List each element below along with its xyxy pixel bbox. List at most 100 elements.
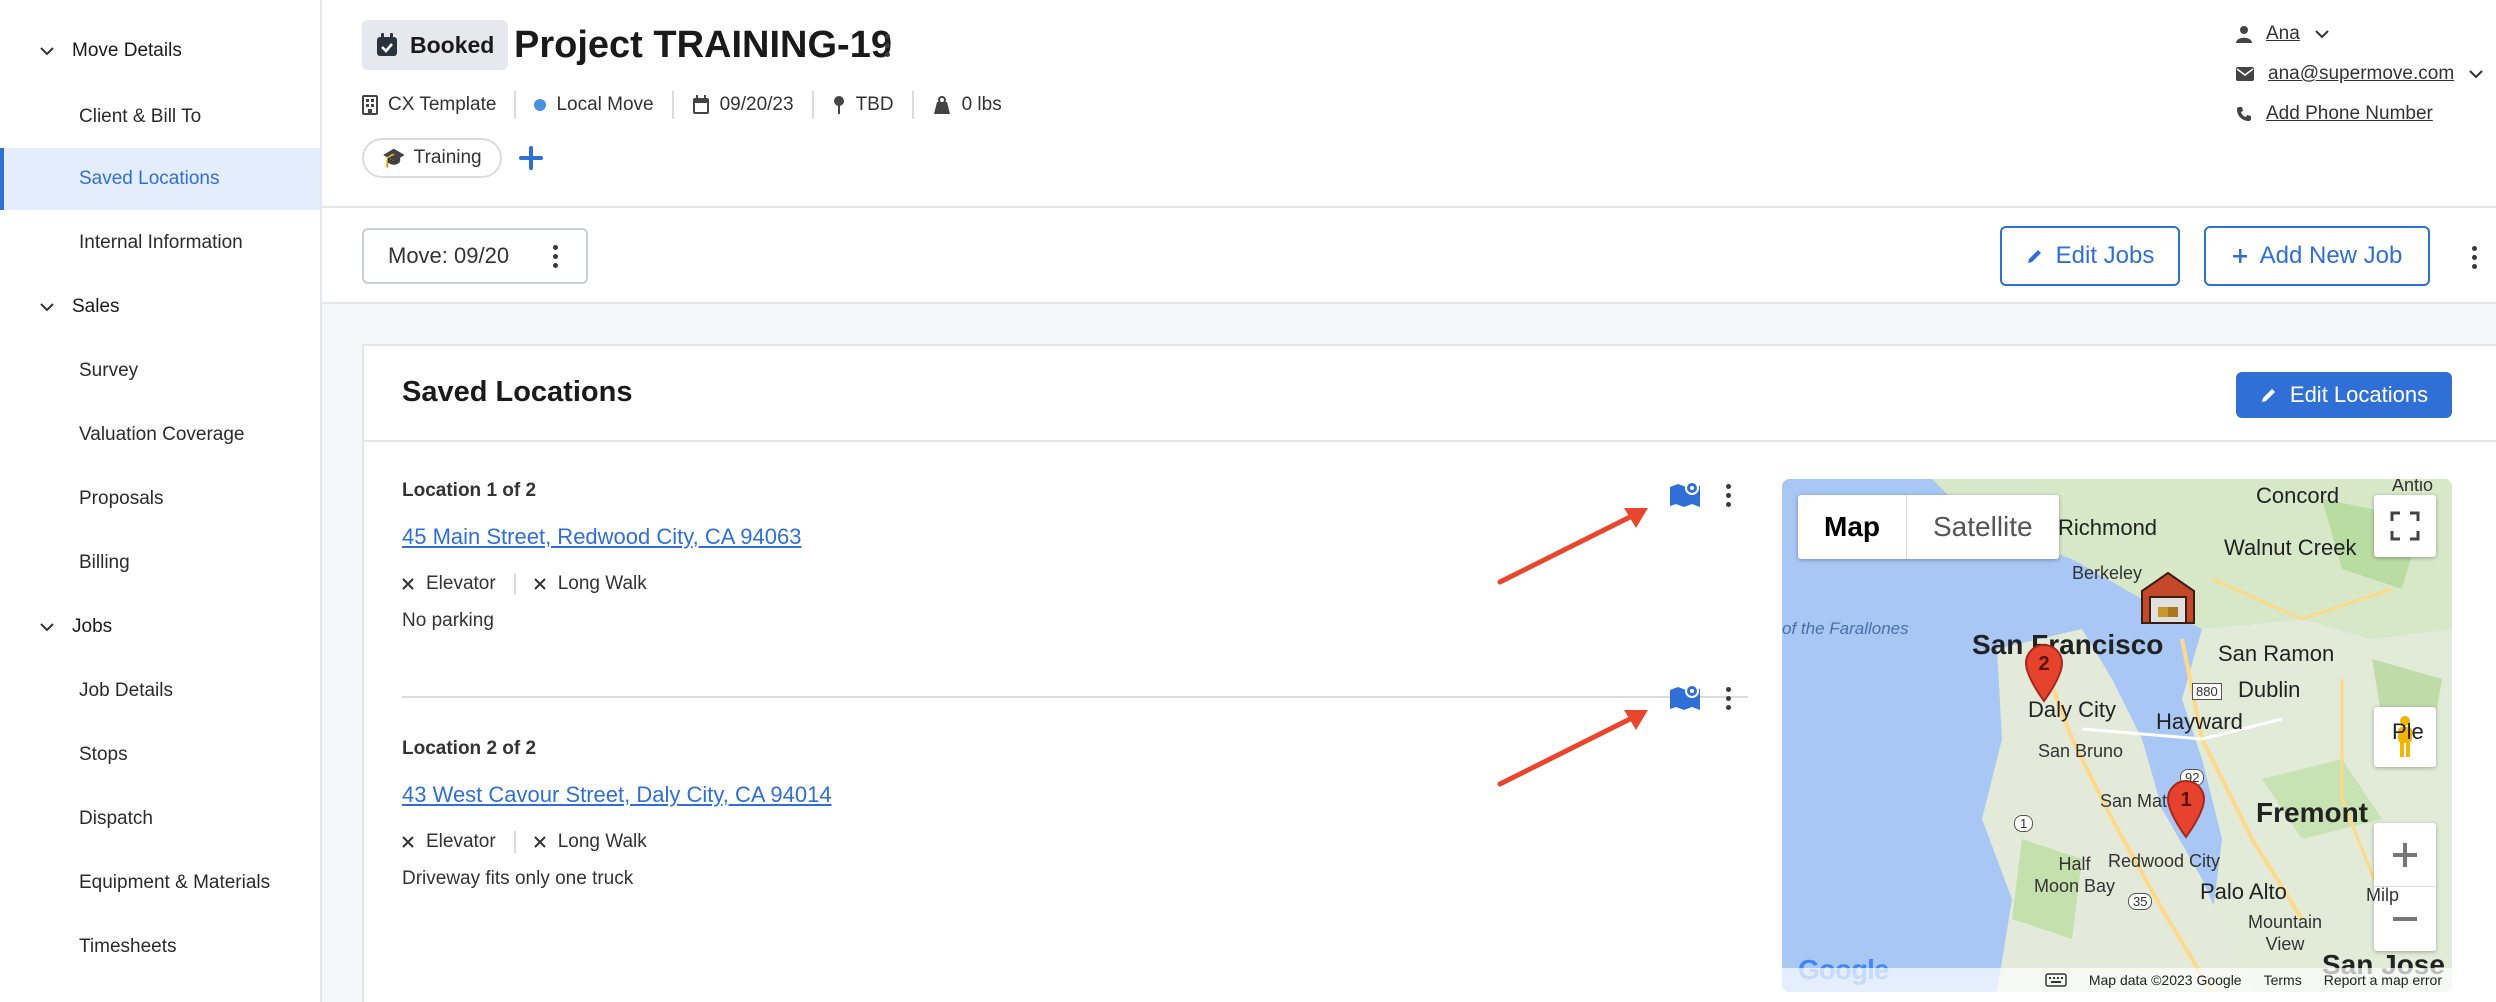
kebab-dot: [884, 33, 890, 39]
highway-shield: 1: [2014, 815, 2034, 832]
sidebar-item-internal-information[interactable]: Internal Information: [0, 212, 320, 274]
kebab-icon: [548, 244, 562, 268]
map-label: San Francisco: [1972, 629, 2164, 660]
location-note: No parking: [402, 610, 494, 631]
project-tag-label: Training: [413, 147, 482, 168]
user-icon: [2236, 26, 2252, 43]
map-report-error-link[interactable]: Report a map error: [2324, 972, 2442, 988]
sidebar-section-move-details[interactable]: Move Details: [38, 31, 182, 71]
sidebar-item-proposals[interactable]: Proposals: [0, 468, 320, 530]
page-more-menu[interactable]: [2464, 242, 2484, 272]
location-attribute: Long Walk: [513, 573, 665, 595]
sidebar-section-label: Move Details: [72, 40, 182, 61]
warehouse-icon[interactable]: [2138, 569, 2198, 625]
project-more-menu[interactable]: [877, 30, 897, 60]
edit-jobs-button[interactable]: Edit Jobs: [2000, 226, 2180, 286]
x-icon: [402, 836, 414, 848]
map-pin-label: 2: [2038, 653, 2049, 675]
location-label: Location 1 of 2: [402, 480, 537, 501]
sidebar-item-survey[interactable]: Survey: [0, 340, 320, 402]
add-new-job-label: Add New Job: [2259, 242, 2403, 269]
sidebar-item-job-details[interactable]: Job Details: [0, 660, 320, 722]
fullscreen-icon: [2390, 511, 2420, 541]
meta-move-type: Local Move: [516, 91, 674, 119]
map-label: Concord: [2256, 483, 2340, 508]
sidebar-section-jobs[interactable]: Jobs: [38, 607, 112, 647]
project-tag[interactable]: 🎓 Training: [362, 138, 502, 178]
location-more-menu[interactable]: [1718, 683, 1738, 713]
map-label: Ple: [2392, 719, 2424, 744]
attribute-label: Long Walk: [557, 831, 647, 852]
calendar-icon: [692, 95, 709, 114]
map-label: Hayward: [2156, 709, 2243, 734]
user-phone-row[interactable]: Add Phone Number: [2236, 94, 2496, 134]
minus-icon: [2393, 917, 2417, 921]
meta-move-type-text: Local Move: [556, 94, 654, 115]
location-more-menu[interactable]: [1718, 480, 1738, 510]
kebab-dot: [1725, 483, 1731, 489]
annotation-arrow: [1497, 508, 1648, 585]
user-email-row[interactable]: ana@supermove.com: [2236, 54, 2496, 94]
edit-locations-button[interactable]: Edit Locations: [2236, 372, 2452, 418]
user-name-row[interactable]: Ana: [2236, 14, 2496, 54]
location-note: Driveway fits only one truck: [402, 868, 634, 889]
meta-weight-text: 0 lbs: [961, 94, 1002, 115]
sidebar-item-label: Timesheets: [79, 936, 177, 957]
sidebar-item-client-bill-to[interactable]: Client & Bill To: [0, 86, 320, 148]
map-label: Richmond: [2058, 515, 2158, 540]
meta-time-text: TBD: [855, 94, 894, 115]
map-label: San Ramon: [2218, 641, 2335, 666]
map-footer: Map data ©2023 Google Terms Report a map…: [1782, 968, 2452, 992]
map-type-satellite[interactable]: Satellite: [1907, 495, 2059, 559]
add-phone-number-link[interactable]: Add Phone Number: [2266, 103, 2433, 125]
map-water-label: of the Farallones: [1782, 619, 1909, 638]
fullscreen-button[interactable]: [2374, 495, 2436, 557]
sidebar-section-label: Jobs: [72, 616, 113, 637]
sidebar-item-saved-locations[interactable]: Saved Locations: [0, 148, 320, 210]
location-attribute: Elevator: [402, 831, 514, 853]
map-pin-label: 1: [2180, 789, 2191, 811]
user-name-link[interactable]: Ana: [2266, 23, 2300, 45]
chevron-down-icon: [40, 623, 54, 632]
sidebar-section-sales[interactable]: Sales: [38, 287, 120, 327]
map-terms-link[interactable]: Terms: [2264, 972, 2302, 988]
location-address-link[interactable]: 43 West Cavour Street, Daly City, CA 940…: [402, 782, 832, 808]
sidebar-item-stops[interactable]: Stops: [0, 724, 320, 786]
keyboard-icon[interactable]: [2045, 973, 2067, 987]
meta-template-text: CX Template: [388, 94, 497, 115]
sidebar-item-billing[interactable]: Billing: [0, 532, 320, 594]
card-title: Saved Locations: [402, 376, 633, 408]
map-location-icon[interactable]: [1668, 682, 1702, 712]
map-label: Dublin: [2238, 677, 2301, 702]
add-new-job-button[interactable]: Add New Job: [2204, 226, 2430, 286]
attribute-label: Long Walk: [557, 573, 647, 594]
kebab-dot: [1725, 501, 1731, 507]
envelope-icon: [2236, 67, 2254, 81]
kebab-dot: [1725, 492, 1731, 498]
move-select[interactable]: Move: 09/20: [362, 228, 588, 284]
sidebar-section-label: Sales: [72, 296, 120, 317]
sidebar-item-dispatch[interactable]: Dispatch: [0, 788, 320, 850]
sidebar-item-valuation-coverage[interactable]: Valuation Coverage: [0, 404, 320, 466]
plus-icon: [2232, 249, 2247, 263]
add-tag-button[interactable]: [516, 143, 546, 173]
map-pin[interactable]: 1: [2164, 779, 2208, 839]
sidebar-item-timesheets[interactable]: Timesheets: [0, 916, 320, 978]
location-address-link[interactable]: 45 Main Street, Redwood City, CA 94063: [402, 524, 801, 550]
location-attribute: Elevator: [402, 573, 514, 595]
map-label: Mountain View: [2248, 912, 2323, 954]
chevron-down-icon: [2315, 30, 2329, 39]
locations-map[interactable]: Map Satellite Antio Richmond Concord Wal…: [1782, 479, 2452, 992]
map-label: Walnut Creek: [2224, 535, 2357, 560]
plus-icon: [2393, 842, 2417, 867]
map-pin[interactable]: 2: [2022, 643, 2066, 703]
sidebar-item-equipment-materials[interactable]: Equipment & Materials: [0, 852, 320, 914]
kebab-dot: [884, 42, 890, 48]
user-email-link[interactable]: ana@supermove.com: [2268, 63, 2454, 85]
zoom-in-button[interactable]: [2374, 823, 2436, 887]
status-label: Booked: [410, 31, 495, 58]
map-label: Berkeley: [2072, 563, 2143, 583]
map-type-map[interactable]: Map: [1798, 495, 1907, 559]
map-location-icon[interactable]: [1668, 479, 1702, 509]
meta-date-text: 09/20/23: [719, 94, 794, 115]
